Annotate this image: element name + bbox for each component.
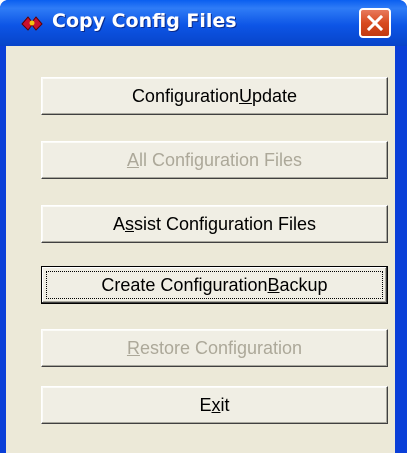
button-label-post: ackup bbox=[279, 274, 328, 295]
all-configuration-files-button[interactable]: All Configuration Files bbox=[41, 141, 388, 179]
button-label-post: ll Configuration Files bbox=[138, 149, 303, 170]
button-label-accelerator: U bbox=[239, 85, 253, 106]
button-label-post: it bbox=[220, 394, 230, 415]
exit-button[interactable]: Ex it bbox=[41, 386, 388, 424]
button-label-pre: A bbox=[112, 213, 125, 234]
dialog-body: Configuration Update All Configuration F… bbox=[6, 46, 395, 453]
button-label-accelerator: A bbox=[126, 149, 139, 170]
button-label-post: sist Configuration Files bbox=[133, 213, 317, 234]
title-bar[interactable]: Copy Config Files bbox=[0, 0, 407, 46]
restore-configuration-button[interactable]: Restore Configuration bbox=[41, 329, 388, 367]
button-label-pre: E bbox=[199, 394, 212, 415]
button-label-post: pdate bbox=[252, 85, 298, 106]
close-icon bbox=[366, 14, 384, 32]
button-label-pre: Configuration bbox=[131, 85, 240, 106]
button-label-accelerator: s bbox=[124, 213, 134, 234]
button-label-accelerator: R bbox=[126, 337, 140, 358]
create-configuration-backup-button[interactable]: Create Configuration Backup bbox=[41, 266, 388, 304]
configuration-update-button[interactable]: Configuration Update bbox=[41, 77, 388, 115]
button-label-accelerator: B bbox=[267, 274, 280, 295]
close-button[interactable] bbox=[359, 8, 391, 38]
button-label-accelerator: x bbox=[211, 394, 221, 415]
app-icon bbox=[21, 16, 43, 31]
window-title: Copy Config Files bbox=[52, 10, 237, 32]
assist-configuration-files-button[interactable]: As sist Configuration Files bbox=[41, 205, 388, 243]
button-label-post: estore Configuration bbox=[139, 337, 303, 358]
button-label-pre: Create Configuration bbox=[101, 274, 268, 295]
dialog-window: Copy Config Files Configuration Update A… bbox=[0, 0, 407, 453]
